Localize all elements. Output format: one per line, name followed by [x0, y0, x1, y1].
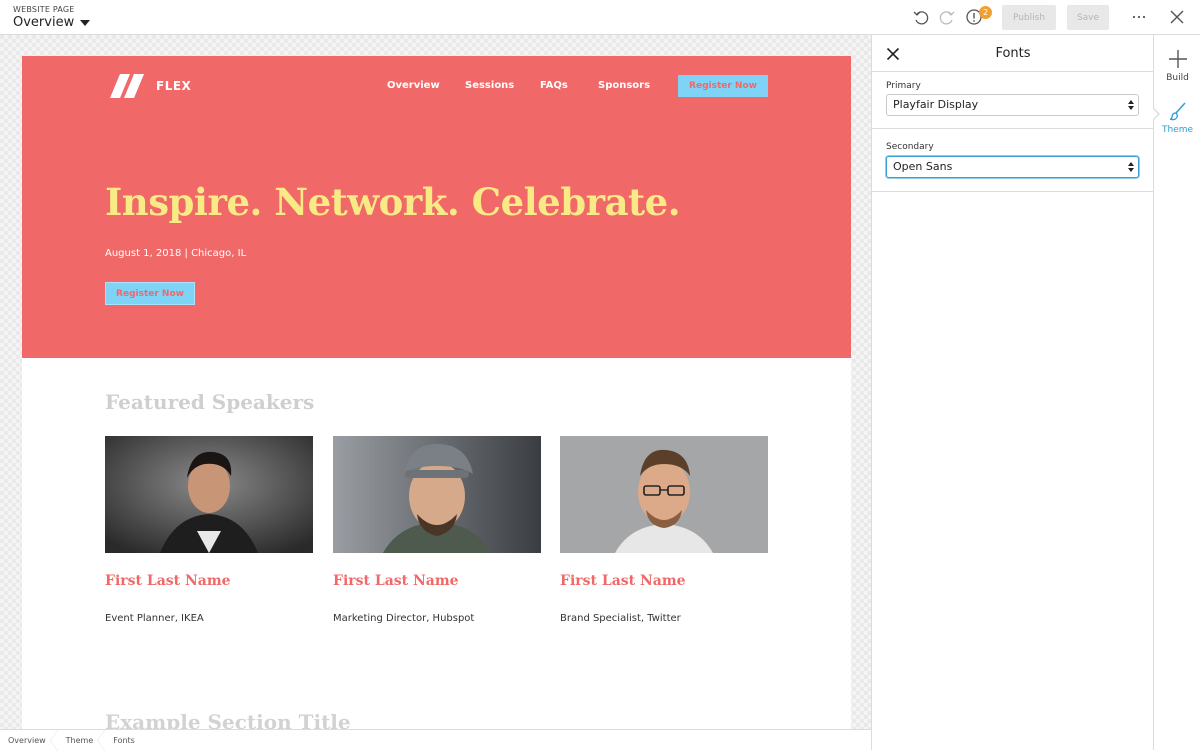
website-preview[interactable]: FLEX Overview Sessions FAQs Sponsors Reg…	[22, 56, 851, 729]
page-type-label: WEBSITE PAGE	[13, 5, 75, 14]
speaker-photo-1	[105, 436, 313, 553]
nav-overview[interactable]: Overview	[387, 80, 440, 91]
breadcrumb-theme[interactable]: Theme	[58, 729, 106, 751]
rail-build-label: Build	[1166, 73, 1189, 83]
rail-theme[interactable]: Theme	[1154, 101, 1200, 135]
nav-faqs[interactable]: FAQs	[540, 80, 568, 91]
notification-badge: 2	[979, 6, 992, 19]
page-select-value: Overview	[13, 15, 75, 30]
flex-logo-icon	[110, 74, 144, 98]
select-arrows-icon	[1128, 162, 1134, 172]
speaker-name-2: First Last Name	[333, 573, 459, 589]
preview-canvas: FLEX Overview Sessions FAQs Sponsors Reg…	[0, 35, 871, 729]
redo-icon[interactable]	[938, 8, 956, 26]
secondary-font-value: Open Sans	[893, 160, 953, 173]
primary-font-label: Primary	[886, 81, 921, 91]
speaker-role-3: Brand Specialist, Twitter	[560, 613, 681, 624]
rail-theme-label: Theme	[1161, 125, 1194, 135]
speaker-photo-2	[333, 436, 541, 553]
close-editor-icon[interactable]	[1168, 8, 1186, 26]
publish-button[interactable]: Publish	[1002, 5, 1056, 30]
site-brand: FLEX	[156, 79, 192, 93]
hero-section[interactable]: FLEX Overview Sessions FAQs Sponsors Reg…	[22, 56, 851, 358]
panel-title: Fonts	[995, 46, 1031, 61]
nav-sessions[interactable]: Sessions	[465, 80, 514, 91]
featured-speakers-title: Featured Speakers	[105, 390, 315, 414]
speaker-name-1: First Last Name	[105, 573, 231, 589]
hero-dateline: August 1, 2018 | Chicago, IL	[105, 248, 247, 259]
rail-build[interactable]: Build	[1154, 49, 1200, 83]
secondary-font-select[interactable]: Open Sans	[886, 156, 1139, 178]
top-bar: WEBSITE PAGE Overview 2 Publish Save	[0, 0, 1200, 35]
speaker-photo-3	[560, 436, 768, 553]
breadcrumb-fonts[interactable]: Fonts	[105, 730, 147, 751]
primary-font-value: Playfair Display	[893, 98, 979, 111]
fonts-panel: Fonts Primary Playfair Display Secondary…	[871, 35, 1154, 750]
secondary-font-label: Secondary	[886, 142, 934, 152]
speaker-role-1: Event Planner, IKEA	[105, 613, 204, 624]
breadcrumb-overview[interactable]: Overview	[0, 729, 58, 751]
primary-font-select[interactable]: Playfair Display	[886, 94, 1139, 116]
secondary-font-section: Secondary Open Sans	[872, 129, 1154, 192]
save-button[interactable]: Save	[1067, 5, 1109, 30]
nav-sponsors[interactable]: Sponsors	[598, 80, 650, 91]
example-section-title: Example Section Title	[105, 710, 351, 729]
register-now-hero-button[interactable]: Register Now	[105, 282, 195, 305]
select-arrows-icon	[1128, 100, 1134, 110]
page-select[interactable]: Overview	[13, 15, 91, 30]
more-options-icon[interactable]	[1130, 8, 1148, 26]
primary-font-section: Primary Playfair Display	[872, 71, 1154, 129]
right-rail: Build Theme	[1152, 35, 1200, 750]
undo-icon[interactable]	[912, 8, 930, 26]
paintbrush-icon	[1169, 102, 1186, 121]
speaker-role-2: Marketing Director, Hubspot	[333, 613, 475, 624]
hero-headline: Inspire. Network. Celebrate.	[105, 180, 681, 224]
speaker-name-3: First Last Name	[560, 573, 686, 589]
plus-icon	[1168, 50, 1187, 68]
site-logo[interactable]: FLEX	[110, 72, 191, 100]
caret-down-icon	[80, 19, 91, 26]
register-now-nav-button[interactable]: Register Now	[678, 75, 768, 97]
breadcrumb: Overview Theme Fonts	[0, 729, 871, 751]
